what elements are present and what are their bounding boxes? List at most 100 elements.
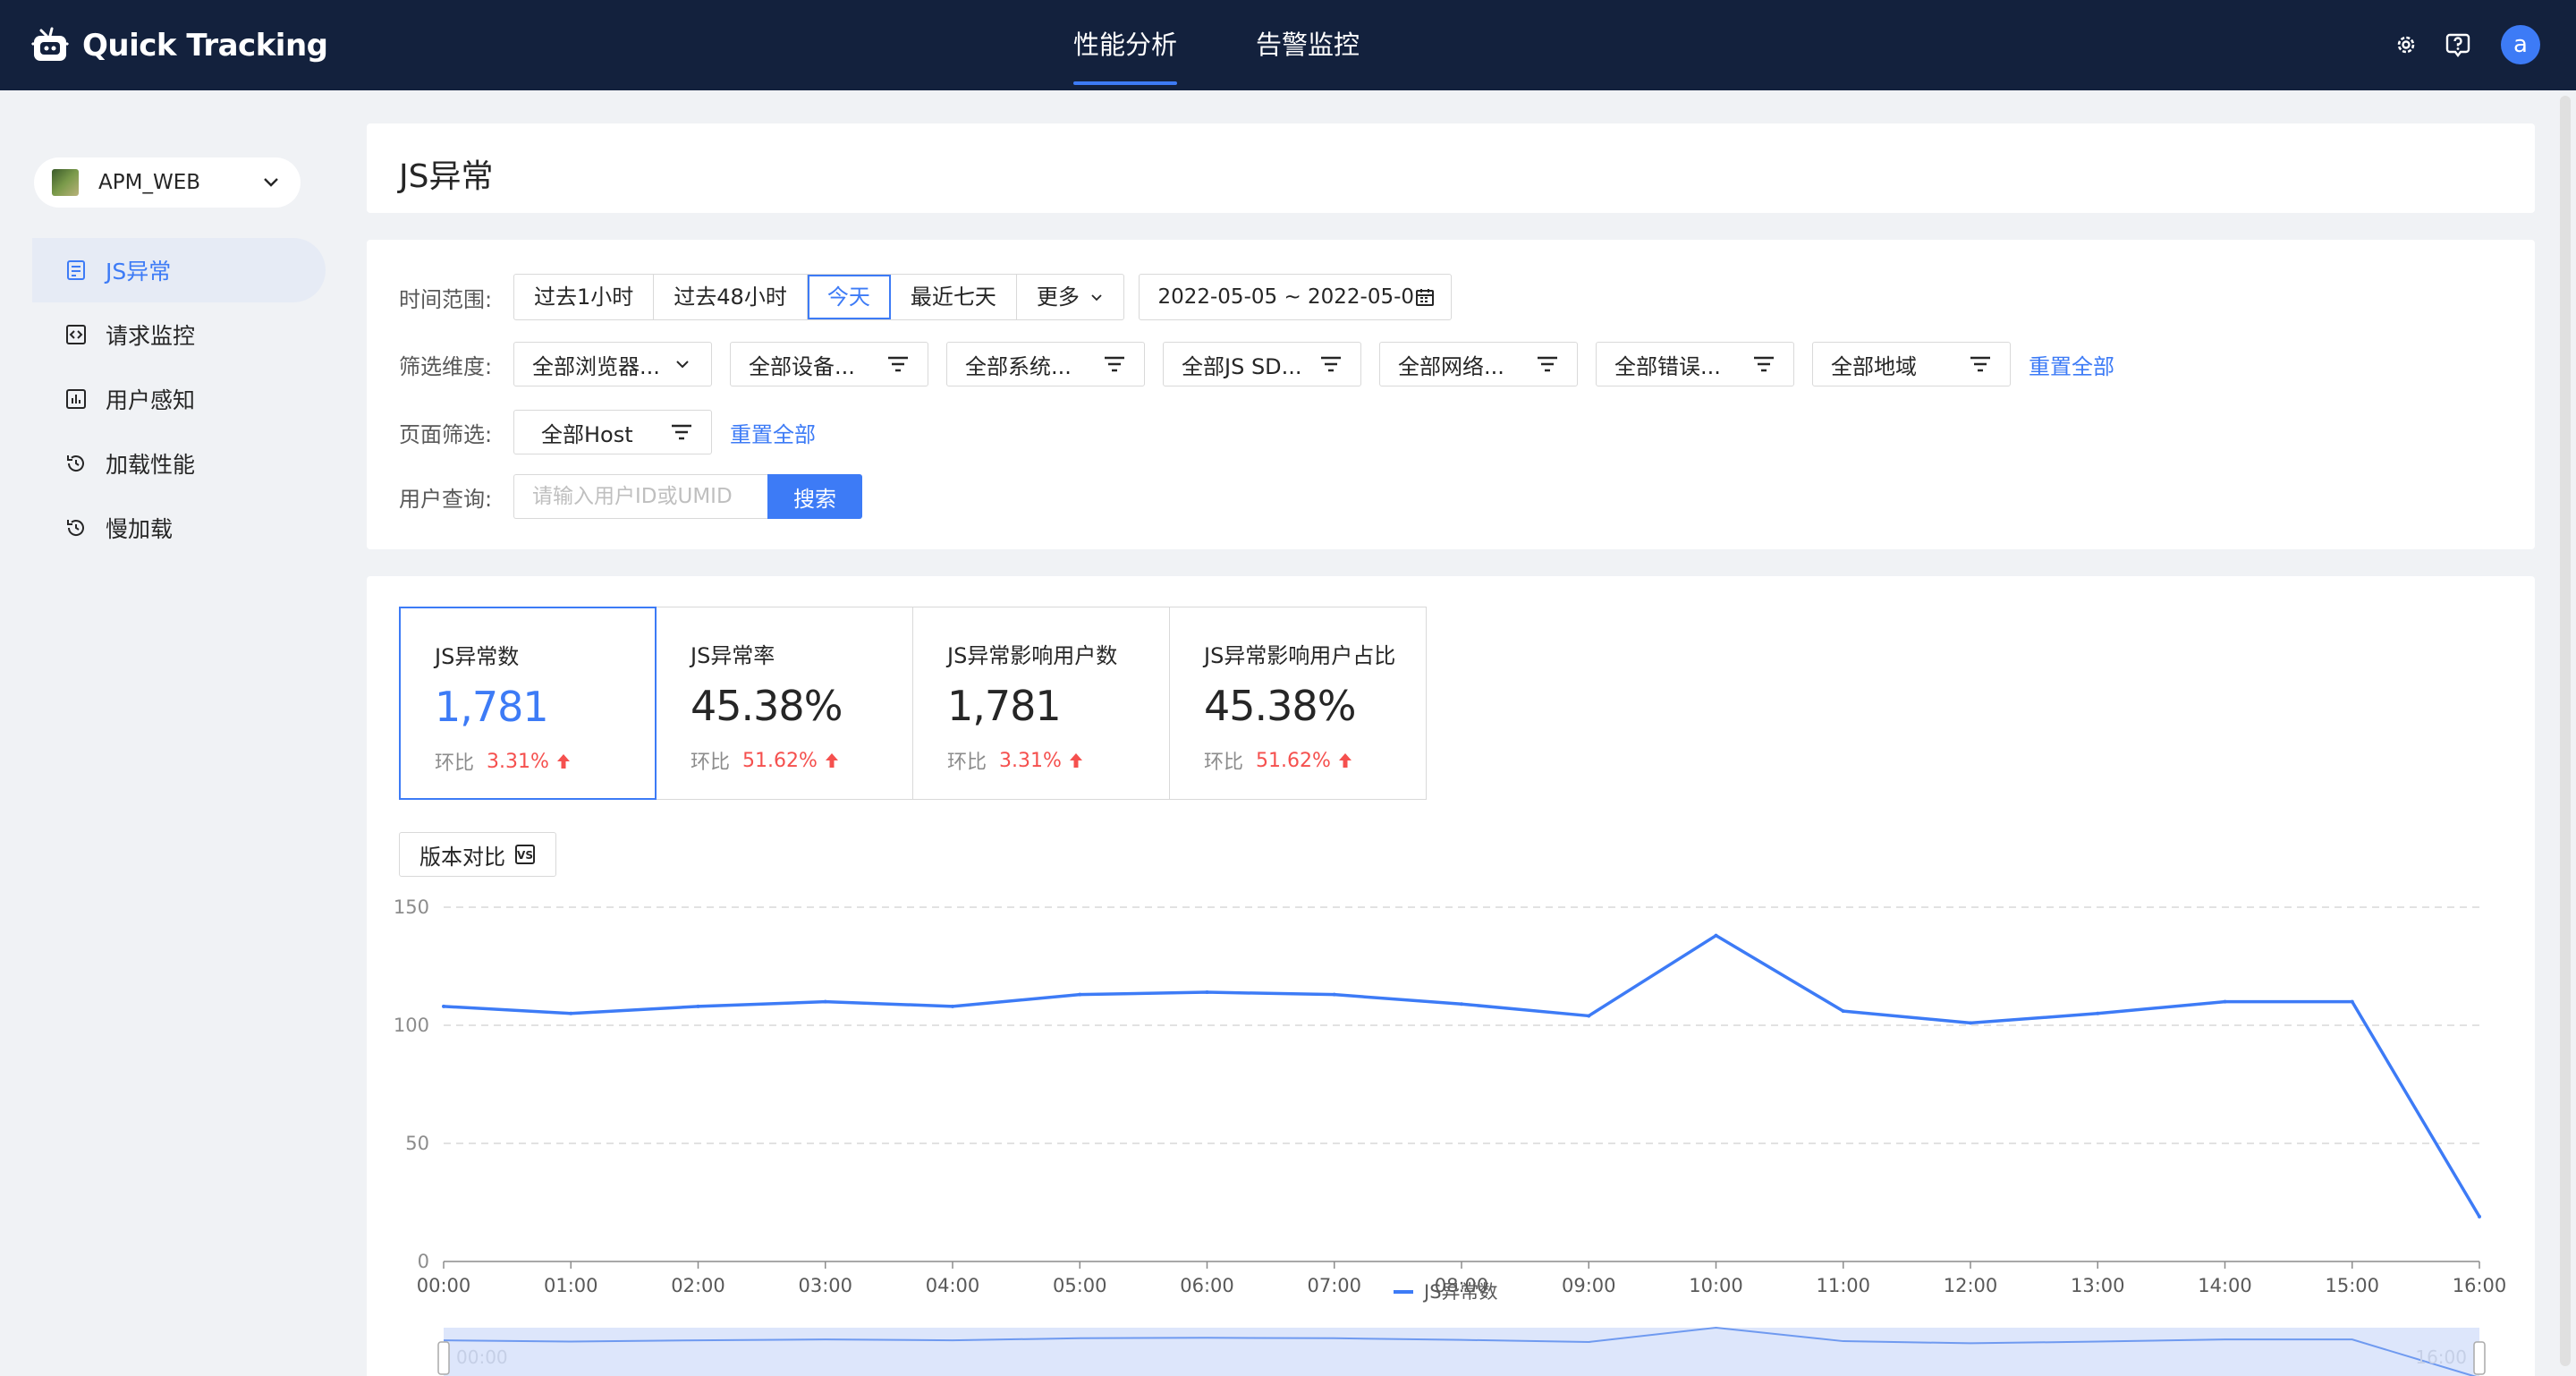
time-option-last-7d[interactable]: 最近七天 xyxy=(891,275,1017,319)
data-point xyxy=(1460,1002,1463,1007)
app-selector[interactable]: APM_WEB xyxy=(34,157,301,208)
data-point xyxy=(1969,1021,1972,1025)
time-range-segmented: 过去1小时 过去48小时 今天 最近七天 更多 xyxy=(513,274,1125,320)
date-range-picker[interactable]: 2022-05-05 ~ 2022-05-05 xyxy=(1139,274,1453,320)
select-value: 全部错误... xyxy=(1614,353,1721,379)
version-compare-label: 版本对比 xyxy=(419,844,505,870)
data-point xyxy=(823,999,827,1004)
history-icon xyxy=(64,516,88,539)
version-compare-button[interactable]: 版本对比 VS xyxy=(399,832,556,877)
dimension-row: 筛选维度: 全部浏览器... 全部设备... 全部系统... 全部JS SD..… xyxy=(399,342,2114,386)
zoom-start-label: 00:00 xyxy=(456,1346,508,1368)
region-filter-select[interactable]: 全部地域 xyxy=(1812,342,2011,386)
y-tick-label: 100 xyxy=(394,1015,429,1036)
time-option-last-48h[interactable]: 过去48小时 xyxy=(654,275,808,319)
nav-alert-monitoring[interactable]: 告警监控 xyxy=(1256,0,1360,90)
kpi-card-affected-users[interactable]: JS异常影响用户数 1,781 环比 3.31% xyxy=(912,607,1170,800)
kpi-cmp-value: 3.31% xyxy=(999,749,1062,772)
app-thumbnail xyxy=(52,169,79,196)
js-error-line-chart: 0 50 100 150 00:00 01:00 02:00 03:00 04:00 05:00 0… xyxy=(394,896,2506,1376)
zoom-end-label: 16:00 xyxy=(2415,1346,2467,1368)
kpi-cards: JS异常数 1,781 环比 3.31% JS异常率 45.38% 环比 51.… xyxy=(399,607,1427,800)
header-actions: a xyxy=(2374,25,2540,64)
data-point xyxy=(2350,999,2354,1004)
arrow-up-icon xyxy=(1338,753,1352,768)
reset-all-link[interactable]: 重置全部 xyxy=(2029,349,2114,380)
kpi-comparison: 环比 3.31% xyxy=(435,747,655,776)
x-tick-label: 10:00 xyxy=(1689,1275,1743,1296)
nav-performance-analysis[interactable]: 性能分析 xyxy=(1073,0,1178,90)
data-point xyxy=(569,1011,573,1015)
x-tick-label: 04:00 xyxy=(926,1275,980,1296)
sidebar-item-slow-load[interactable]: 慢加载 xyxy=(32,496,326,560)
sidebar-item-request-monitor[interactable]: 请求监控 xyxy=(32,302,326,367)
time-option-today[interactable]: 今天 xyxy=(807,275,891,319)
kpi-comparison: 环比 51.62% xyxy=(1204,746,1426,775)
x-tick-label: 02:00 xyxy=(671,1275,725,1296)
user-avatar[interactable]: a xyxy=(2501,25,2540,64)
kpi-label: JS异常影响用户占比 xyxy=(1204,643,1396,668)
kpi-cmp-value: 51.62% xyxy=(1256,749,1331,772)
system-filter-select[interactable]: 全部系统... xyxy=(946,342,1145,386)
y-tick-label: 150 xyxy=(394,896,429,918)
kpi-card-js-errors[interactable]: JS异常数 1,781 环比 3.31% xyxy=(399,607,657,800)
select-value: 全部设备... xyxy=(749,353,855,379)
select-value: 全部Host xyxy=(541,421,633,447)
arrow-up-icon xyxy=(556,754,570,769)
sidebar-item-user-perception[interactable]: 用户感知 xyxy=(32,367,326,431)
page-filter-row: 页面筛选: 全部Host 重置全部 xyxy=(399,410,816,454)
device-filter-select[interactable]: 全部设备... xyxy=(730,342,928,386)
jssdk-filter-select[interactable]: 全部JS SD... xyxy=(1163,342,1361,386)
data-point xyxy=(1714,933,1718,938)
browser-filter-select[interactable]: 全部浏览器... xyxy=(513,342,712,386)
data-point xyxy=(951,1004,954,1008)
kpi-cmp-label: 环比 xyxy=(435,752,475,775)
user-id-search-input[interactable] xyxy=(513,474,767,519)
x-tick-label: 09:00 xyxy=(1562,1275,1616,1296)
select-value: 全部JS SD... xyxy=(1182,353,1302,379)
time-range-label: 时间范围: xyxy=(399,286,493,312)
search-button[interactable]: 搜索 xyxy=(767,474,862,519)
kpi-label: JS异常数 xyxy=(435,644,520,669)
x-tick-label: 15:00 xyxy=(2325,1275,2379,1296)
page-scrollbar[interactable] xyxy=(2555,90,2576,1376)
arrow-up-icon xyxy=(1069,753,1082,768)
brand-logo[interactable]: Quick Tracking xyxy=(29,21,328,70)
sidebar-item-label: 加载性能 xyxy=(106,452,196,478)
page-reset-link[interactable]: 重置全部 xyxy=(730,417,816,448)
svg-text:VS: VS xyxy=(517,849,533,862)
legend-label: JS异常数 xyxy=(1422,1281,1498,1303)
x-tick-label: 07:00 xyxy=(1307,1275,1361,1296)
filter-icon xyxy=(1321,356,1341,372)
sidebar-item-load-performance[interactable]: 加载性能 xyxy=(32,431,326,496)
help-question-icon[interactable] xyxy=(2438,25,2478,64)
error-filter-select[interactable]: 全部错误... xyxy=(1596,342,1794,386)
zoom-handle-right xyxy=(2473,1341,2486,1375)
filter-icon xyxy=(672,424,691,440)
host-filter-select[interactable]: 全部Host xyxy=(513,410,712,454)
kpi-value: 45.38% xyxy=(1204,682,1356,730)
x-tick-label: 11:00 xyxy=(1816,1275,1870,1296)
data-point xyxy=(1205,990,1209,995)
time-option-last-1h[interactable]: 过去1小时 xyxy=(514,275,655,319)
x-tick-label: 06:00 xyxy=(1180,1275,1234,1296)
x-tick-label: 01:00 xyxy=(544,1275,598,1296)
sidebar-item-js-errors[interactable]: JS异常 xyxy=(32,238,326,302)
dimension-label: 筛选维度: xyxy=(399,353,493,379)
filter-icon xyxy=(1105,356,1124,372)
kpi-cmp-label: 环比 xyxy=(691,752,731,774)
kpi-cmp-label: 环比 xyxy=(947,752,987,774)
bar-chart-icon xyxy=(64,387,88,411)
network-filter-select[interactable]: 全部网络... xyxy=(1379,342,1578,386)
time-option-more[interactable]: 更多 xyxy=(1017,275,1124,319)
chevron-down-icon xyxy=(264,178,278,187)
filter-icon xyxy=(1538,356,1557,372)
kpi-card-js-error-rate[interactable]: JS异常率 45.38% 环比 51.62% xyxy=(656,607,913,800)
scrollbar-thumb[interactable] xyxy=(2560,96,2571,1366)
settings-gear-icon[interactable] xyxy=(2386,25,2426,64)
sidebar-menu: JS异常 请求监控 用户感知 加载性能 慢加载 xyxy=(32,238,326,560)
kpi-card-affected-user-ratio[interactable]: JS异常影响用户占比 45.38% 环比 51.62% xyxy=(1169,607,1427,800)
sidebar-item-label: 慢加载 xyxy=(106,516,174,542)
x-tick-label: 00:00 xyxy=(417,1275,471,1296)
code-icon xyxy=(64,323,88,346)
